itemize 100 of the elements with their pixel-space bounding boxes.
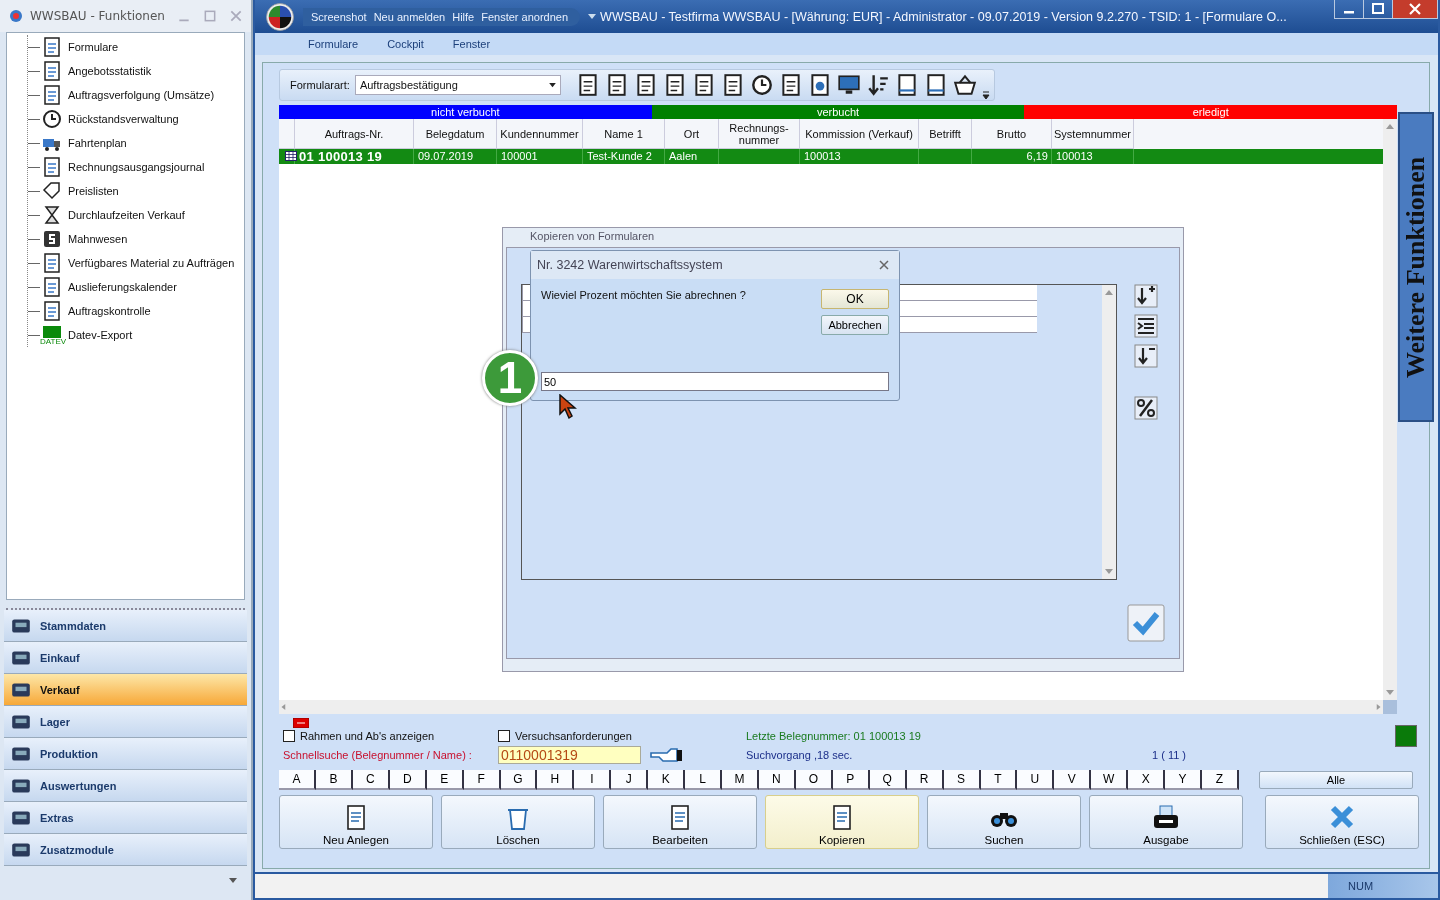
- action-button[interactable]: Schließen (ESC): [1265, 795, 1419, 849]
- tree-item[interactable]: Auftragsverfolgung (Umsätze): [68, 89, 215, 101]
- percent-icon[interactable]: [1134, 396, 1158, 420]
- move-down-icon[interactable]: [1134, 344, 1158, 368]
- letter-filter-button[interactable]: J: [611, 770, 649, 790]
- quick-access-item[interactable]: Hilfe: [452, 10, 475, 23]
- status-indicator: [1395, 725, 1417, 747]
- letter-filter-button[interactable]: T: [980, 770, 1018, 790]
- monitor-icon[interactable]: [836, 73, 861, 97]
- letter-filter-button[interactable]: V: [1054, 770, 1092, 790]
- letter-filter-button[interactable]: D: [389, 770, 427, 790]
- quick-search-label: Schnellsuche (Belegnummer / Name) :: [283, 748, 472, 761]
- action-button[interactable]: Neu Anlegen: [279, 795, 433, 849]
- table-row[interactable]: 01 100013 19 09.07.2019 100001 Test-Kunde 2 Aalen 100013 6,19 100013: [279, 149, 1383, 164]
- app-logo-icon[interactable]: [265, 1, 295, 32]
- letter-filter-button[interactable]: W: [1091, 770, 1129, 790]
- document-icon: [42, 37, 62, 57]
- tree-item[interactable]: Formulare: [68, 41, 119, 53]
- tree-item[interactable]: Durchlaufzeiten Verkauf: [68, 209, 185, 221]
- letter-filter-button[interactable]: A: [279, 770, 316, 790]
- indent-icon[interactable]: [1134, 314, 1158, 338]
- nav-section[interactable]: Produktion: [4, 738, 247, 770]
- nav-section[interactable]: Extras: [4, 802, 247, 834]
- close-icon[interactable]: [879, 260, 889, 270]
- hourglass-icon: [42, 205, 62, 225]
- letter-filter-button[interactable]: F: [463, 770, 501, 790]
- letter-filter-button[interactable]: X: [1128, 770, 1166, 790]
- dialog-button[interactable]: Abbrechen: [821, 315, 889, 335]
- overflow-icon[interactable]: [981, 90, 990, 100]
- insert-icon[interactable]: [1134, 284, 1158, 308]
- confirm-check-icon[interactable]: [1127, 604, 1165, 642]
- datev-label: DATEV: [40, 338, 67, 346]
- nav-section[interactable]: Einkauf: [4, 642, 247, 674]
- action-button[interactable]: Bearbeiten: [603, 795, 757, 849]
- action-button[interactable]: Ausgabe: [1089, 795, 1243, 849]
- tree-item[interactable]: Preislisten: [68, 185, 119, 197]
- status-segment: nicht verbucht: [279, 105, 652, 119]
- table-cell: 100013: [1056, 150, 1093, 162]
- action-button[interactable]: Löschen: [441, 795, 595, 849]
- percent-input-field[interactable]: 50: [541, 372, 889, 391]
- letter-filter-button[interactable]: C: [352, 770, 390, 790]
- letter-filter-button[interactable]: N: [759, 770, 796, 790]
- letter-filter-button[interactable]: M: [722, 770, 759, 790]
- letter-filter-button[interactable]: O: [795, 770, 833, 790]
- letter-filter-button[interactable]: H: [537, 770, 575, 790]
- letter-filter-button[interactable]: S: [943, 770, 981, 790]
- nav-section[interactable]: Auswertungen: [4, 770, 247, 802]
- tree-item[interactable]: Rückstandsverwaltung: [68, 113, 179, 125]
- letter-filter-button[interactable]: Z: [1202, 770, 1239, 790]
- letter-filter-button[interactable]: L: [685, 770, 723, 790]
- nav-section[interactable]: Lager: [4, 706, 247, 738]
- letter-filter-button[interactable]: B: [315, 770, 353, 790]
- clock-icon[interactable]: [749, 73, 774, 97]
- ribbon-tab[interactable]: Formulare: [308, 38, 359, 50]
- nav-section[interactable]: Stammdaten: [4, 610, 247, 642]
- letter-filter-button[interactable]: I: [574, 770, 612, 790]
- tree-item[interactable]: Rechnungsausgangsjournal: [68, 161, 205, 173]
- dropdown-icon[interactable]: [588, 13, 597, 20]
- table-cell: 09.07.2019: [418, 150, 474, 162]
- tree-item[interactable]: Angebotsstatistik: [68, 65, 152, 77]
- ribbon-tab[interactable]: Fenster: [452, 38, 491, 50]
- letter-filter-button[interactable]: G: [500, 770, 538, 790]
- search-time-text: Suchvorgang ,18 sec.: [746, 748, 854, 761]
- panel-title: WWSBAU - Funktionen: [30, 9, 165, 23]
- letter-filter-button[interactable]: P: [832, 770, 870, 790]
- basket-icon[interactable]: [952, 73, 977, 97]
- last-number-text: Letzte Belegnummer: 01 100013 19: [746, 730, 921, 742]
- checkbox[interactable]: Versuchsanforderungen: [498, 730, 746, 742]
- quick-access-item[interactable]: Screenshot: [311, 10, 367, 23]
- marker-icon: [293, 718, 309, 728]
- tree-item[interactable]: Fahrtenplan: [68, 137, 127, 149]
- clock-icon: [42, 109, 62, 129]
- form-type-dropdown[interactable]: Auftragsbestätigung: [354, 75, 561, 95]
- tree-item[interactable]: Auftragskontrolle: [68, 305, 151, 317]
- quick-access-item[interactable]: Neu anmelden: [373, 10, 446, 23]
- quick-access-item[interactable]: Fenster anordnen: [481, 10, 569, 23]
- dialog-button[interactable]: OK: [821, 289, 889, 309]
- close-icon[interactable]: [1393, 0, 1437, 18]
- ribbon-tab[interactable]: Cockpit: [387, 38, 424, 50]
- quick-search-field[interactable]: 0110001319: [498, 745, 641, 764]
- letter-filter-button[interactable]: U: [1017, 770, 1055, 790]
- letter-filter-button[interactable]: Y: [1165, 770, 1203, 790]
- letter-filter-button[interactable]: Q: [869, 770, 907, 790]
- letter-filter-button[interactable]: R: [906, 770, 944, 790]
- table-cell: Aalen: [669, 150, 698, 162]
- action-button[interactable]: Suchen: [927, 795, 1081, 849]
- tree-item[interactable]: Datev-Export: [68, 329, 133, 341]
- tree-item[interactable]: Mahnwesen: [68, 233, 128, 245]
- action-button[interactable]: Kopieren: [765, 795, 919, 849]
- letter-filter-button[interactable]: K: [648, 770, 686, 790]
- side-tab[interactable]: Weitere Funktionen: [1398, 112, 1434, 422]
- nav-section[interactable]: Verkauf: [4, 674, 247, 706]
- tree-item[interactable]: Auslieferungskalender: [68, 281, 177, 293]
- letter-filter-button[interactable]: E: [426, 770, 464, 790]
- checkbox[interactable]: Rahmen und Ab's anzeigen: [283, 730, 498, 742]
- caret-icon[interactable]: [229, 878, 237, 884]
- nav-section[interactable]: Zusatzmodule: [4, 834, 247, 866]
- all-button[interactable]: Alle: [1259, 771, 1413, 789]
- dropdown-arrow-icon[interactable]: [548, 82, 556, 88]
- tree-item[interactable]: Verfügbares Material zu Aufträgen: [68, 257, 235, 269]
